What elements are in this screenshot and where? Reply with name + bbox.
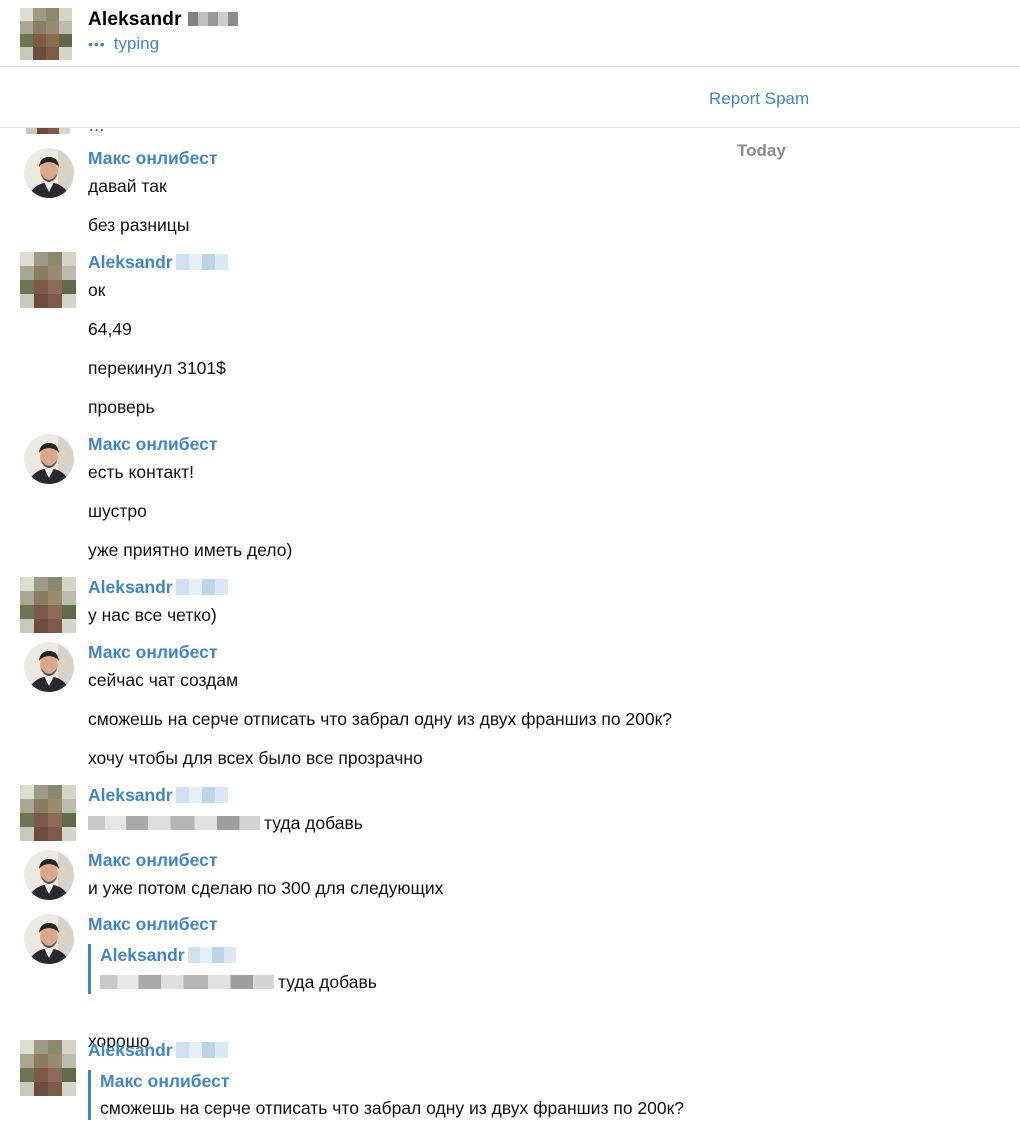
sender-avatar[interactable]: [20, 1040, 76, 1096]
sender-name[interactable]: Aleksandr: [88, 577, 228, 598]
redacted-surname: [175, 579, 228, 595]
message-text: шустро: [88, 501, 147, 521]
contact-avatar[interactable]: [20, 8, 72, 60]
quoted-sender: Макс онлибест: [100, 1071, 230, 1091]
message-text: и уже потом сделаю по 300 для следующих: [88, 878, 444, 898]
sender-name[interactable]: Макс онлибест: [88, 434, 217, 455]
cutoff-message: …: [88, 128, 168, 132]
message-text: давай так: [88, 176, 167, 196]
sender-avatar[interactable]: [24, 914, 74, 964]
redacted-surname: [175, 254, 228, 270]
redacted-surname: [187, 947, 236, 963]
avatar[interactable]: [24, 128, 72, 134]
quoted-text: сможешь на серче отписать что забрал одн…: [100, 1098, 685, 1118]
typing-status: ••• typing: [88, 34, 160, 53]
sender-avatar[interactable]: [20, 252, 76, 308]
quoted-sender: Aleksandr: [100, 944, 377, 970]
message-text: без разницы: [88, 215, 190, 235]
message-text: у нас все четко): [88, 605, 217, 625]
sender-avatar[interactable]: [24, 148, 74, 198]
report-spam-bar: Report Spam: [0, 67, 1020, 128]
message-text: 64,49: [88, 319, 132, 339]
typing-dots-icon: •••: [88, 36, 106, 52]
message-text: сейчас чат создам: [88, 670, 239, 690]
redacted-surname: [175, 787, 228, 803]
report-spam-button[interactable]: Report Spam: [709, 89, 809, 109]
message-text: перекинул 3101$: [88, 358, 226, 378]
sender-avatar[interactable]: [20, 785, 76, 841]
message-text: есть контакт!: [88, 462, 195, 482]
message-text: уже приятно иметь дело): [88, 540, 293, 560]
sender-avatar[interactable]: [20, 577, 76, 633]
message-text: сможешь на серче отписать что забрал одн…: [88, 709, 673, 729]
message-text: ок: [88, 280, 106, 300]
message-list[interactable]: … Today Макс онлибест давай так без разн…: [0, 128, 1020, 1126]
chat-header: Aleksandr ••• typing: [0, 0, 1020, 67]
contact-name[interactable]: Aleksandr: [88, 9, 238, 31]
quoted-text: туда добавь: [100, 970, 377, 994]
reply-quote[interactable]: Aleksandr туда добавь: [88, 944, 377, 994]
redacted-username: [100, 975, 274, 989]
redacted-username: [88, 816, 260, 830]
message-text: хочу чтобы для всех было все прозрачно: [88, 748, 423, 768]
sender-avatar[interactable]: [24, 850, 74, 900]
sender-name[interactable]: Aleksandr: [88, 252, 228, 273]
redacted-surname: [187, 12, 238, 26]
sender-name[interactable]: Aleksandr: [88, 1040, 228, 1061]
sender-name[interactable]: Aleksandr: [88, 785, 228, 806]
sender-name[interactable]: Макс онлибест: [88, 850, 217, 871]
date-separator: Today: [737, 141, 786, 160]
redacted-surname: [175, 1042, 228, 1058]
sender-name[interactable]: Макс онлибест: [88, 148, 217, 169]
sender-avatar[interactable]: [24, 642, 74, 692]
message-text: туда добавь: [88, 813, 363, 834]
sender-name[interactable]: Макс онлибест: [88, 914, 217, 935]
sender-avatar[interactable]: [24, 434, 74, 484]
reply-quote[interactable]: Макс онлибест сможешь на серче отписать …: [88, 1070, 684, 1120]
sender-name[interactable]: Макс онлибест: [88, 642, 217, 663]
message-text: проверь: [88, 397, 155, 417]
